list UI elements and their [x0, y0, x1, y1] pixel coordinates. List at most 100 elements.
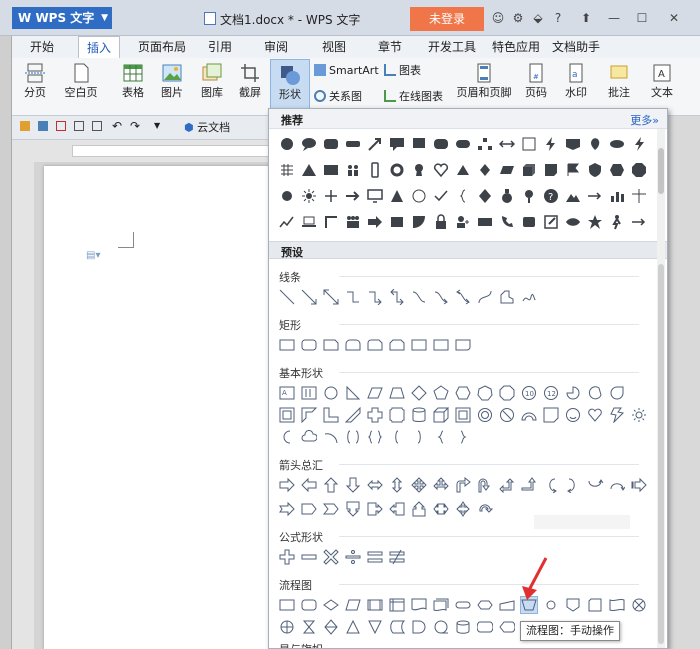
line-graph-shape-icon[interactable]	[279, 214, 295, 230]
tab-doc-assistant[interactable]: 文档助手	[552, 36, 612, 58]
chevron-icon[interactable]	[323, 501, 339, 517]
flow-manual-input-icon[interactable]	[499, 597, 515, 613]
pdf-icon[interactable]	[56, 121, 66, 131]
teardrop-shape-icon[interactable]	[587, 136, 603, 152]
up-down-arrow-icon[interactable]	[389, 477, 405, 493]
horizontal-ruler[interactable]	[72, 145, 272, 157]
paragraph-icon[interactable]: ▤▾	[86, 250, 100, 261]
page-number-button[interactable]: # 页码	[518, 58, 554, 114]
flow-sort-icon[interactable]	[323, 619, 339, 635]
skin-icon[interactable]: ☺	[488, 9, 508, 27]
flow-data-icon[interactable]	[345, 597, 361, 613]
check-shape-icon[interactable]	[433, 188, 449, 204]
arrow-block-shape-icon[interactable]	[367, 214, 383, 230]
flow-direct-access-icon[interactable]	[477, 619, 493, 635]
laptop-shape-icon[interactable]	[301, 214, 317, 230]
mountain-shape-icon[interactable]	[565, 188, 581, 204]
round-top-rect-icon[interactable]	[345, 337, 361, 353]
left-brace-shape-icon[interactable]	[455, 188, 471, 204]
textbox-shape-icon[interactable]: A	[279, 385, 295, 401]
group-people-shape-icon[interactable]	[345, 214, 361, 230]
recommended-scroll-thumb[interactable]	[658, 148, 664, 194]
rounded-rect-shape-icon[interactable]	[323, 136, 339, 152]
flag-shape-icon[interactable]	[565, 162, 581, 178]
person-add-shape-icon[interactable]	[455, 214, 471, 230]
square-outline-shape-icon[interactable]	[521, 136, 537, 152]
flow-card-icon[interactable]	[587, 597, 603, 613]
parallelogram-shape-icon[interactable]	[499, 162, 515, 178]
left-right-callout-icon[interactable]	[433, 501, 449, 517]
left-brace-icon[interactable]	[433, 429, 449, 445]
half-frame-icon[interactable]	[301, 407, 317, 423]
pie-icon[interactable]	[565, 385, 581, 401]
flow-merge-icon[interactable]	[367, 619, 383, 635]
heart-outline-shape-icon[interactable]	[433, 162, 449, 178]
hexagon-icon[interactable]	[455, 385, 471, 401]
eye-shape-icon[interactable]	[565, 214, 581, 230]
rect-plain-icon[interactable]	[433, 337, 449, 353]
relation-chart-button[interactable]: 关系图	[314, 88, 362, 106]
more-link[interactable]: 更多»	[630, 112, 659, 128]
vertical-textbox-icon[interactable]	[301, 385, 317, 401]
curved-arrow-connector-icon[interactable]	[433, 289, 449, 305]
rounded-rect-icon[interactable]	[301, 337, 317, 353]
folder-icon[interactable]	[20, 121, 30, 131]
grid-shape-icon[interactable]	[279, 162, 295, 178]
flow-preparation-icon[interactable]	[477, 597, 493, 613]
bevel-icon[interactable]	[455, 407, 471, 423]
money-bag-shape-icon[interactable]	[499, 188, 515, 204]
lock-shape-icon[interactable]	[433, 214, 449, 230]
snip-two-corner-rect-icon[interactable]	[389, 337, 405, 353]
elbow-double-arrow-connector-icon[interactable]	[389, 289, 405, 305]
arrow-line-icon[interactable]	[301, 289, 317, 305]
print-icon[interactable]	[74, 121, 84, 131]
down-arrow-icon[interactable]	[345, 477, 361, 493]
tab-review[interactable]: 审阅	[264, 36, 294, 58]
double-bracket-icon[interactable]	[345, 429, 361, 445]
up-triangle-shape-icon[interactable]	[455, 162, 471, 178]
banner-shape-icon[interactable]	[565, 136, 581, 152]
minimize-icon[interactable]: —	[604, 9, 624, 27]
right-arrow-shape-icon[interactable]	[345, 188, 361, 204]
rect-round-one-icon[interactable]	[455, 337, 471, 353]
tri-arrow-icon[interactable]	[433, 477, 449, 493]
tab-insert[interactable]: 插入	[78, 36, 120, 58]
cloud-icon[interactable]	[301, 429, 317, 445]
left-up-arrow-icon[interactable]	[499, 477, 515, 493]
right-bracket-icon[interactable]	[411, 429, 427, 445]
diamond-icon[interactable]	[411, 385, 427, 401]
bolt-shape-icon[interactable]	[631, 136, 647, 152]
flow-sequential-access-icon[interactable]	[433, 619, 449, 635]
double-arrow-shape-icon[interactable]	[499, 136, 515, 152]
page-break-button[interactable]: 分页	[16, 58, 54, 114]
parallelogram-icon[interactable]	[367, 385, 383, 401]
down-callout-icon[interactable]	[345, 501, 361, 517]
rect-icon[interactable]	[279, 337, 295, 353]
smiley-icon[interactable]	[565, 407, 581, 423]
header-footer-button[interactable]: 页眉和页脚	[454, 58, 514, 114]
math-multiply-icon[interactable]	[323, 549, 339, 565]
edit-shape-icon[interactable]	[543, 214, 559, 230]
rect-dark-shape-icon[interactable]	[389, 214, 405, 230]
right-arrow-icon[interactable]	[279, 477, 295, 493]
up-arrow-icon[interactable]	[323, 477, 339, 493]
location-shape-icon[interactable]	[477, 162, 493, 178]
dodecagon-icon[interactable]: 12	[543, 385, 559, 401]
block-arc-icon[interactable]	[521, 407, 537, 423]
octagon-icon[interactable]	[499, 385, 515, 401]
online-chart-button[interactable]: 在线图表	[384, 88, 443, 106]
diagonal-stripe-icon[interactable]	[345, 407, 361, 423]
redo-icon[interactable]: ↷	[130, 119, 140, 133]
math-plus-icon[interactable]	[279, 549, 295, 565]
chevron-down-icon[interactable]: ▼	[154, 121, 160, 130]
l-shape-icon[interactable]	[323, 407, 339, 423]
right-callout-icon[interactable]	[367, 501, 383, 517]
right-triangle-icon[interactable]	[345, 385, 361, 401]
curved-left-arrow-icon[interactable]	[565, 477, 581, 493]
left-bracket-icon[interactable]	[389, 429, 405, 445]
comment-button[interactable]: 批注	[604, 58, 634, 114]
snip-round-rect-icon[interactable]	[367, 337, 383, 353]
preset-scroll-thumb[interactable]	[658, 264, 664, 644]
flow-stored-data-icon[interactable]	[389, 619, 405, 635]
page-curl-shape-icon[interactable]	[543, 162, 559, 178]
